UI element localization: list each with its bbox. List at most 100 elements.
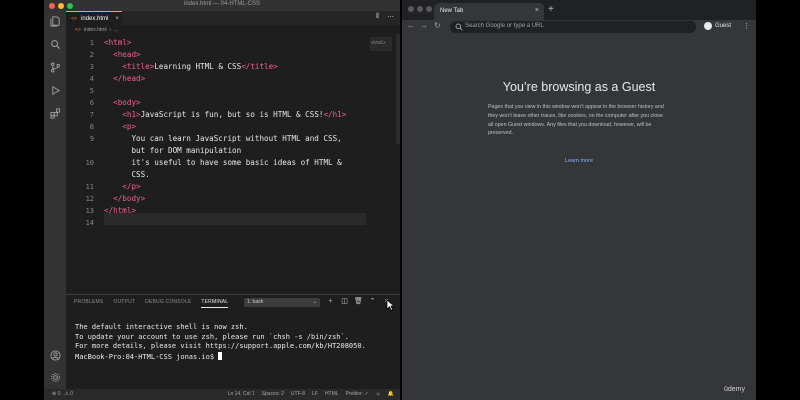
profile-button[interactable]: Guest [704, 22, 731, 30]
terminal-output[interactable]: The default interactive shell is now zsh… [75, 323, 366, 362]
editor-scrollbar[interactable] [396, 34, 400, 144]
account-icon[interactable] [49, 349, 61, 361]
browser-tab[interactable]: New Tab × [434, 3, 544, 20]
new-terminal-icon[interactable]: + [326, 297, 335, 306]
terminal-line: The default interactive shell is now zsh… [75, 323, 248, 331]
menu-icon[interactable]: ⋮ [743, 22, 750, 30]
zoom-window-button[interactable] [426, 6, 432, 12]
tab-terminal[interactable]: TERMINAL [201, 299, 229, 308]
line-content: </html> [104, 206, 137, 215]
line-number: 8 [89, 123, 94, 131]
code-line[interactable]: 10 it's useful to have some basic ideas … [66, 157, 376, 169]
code-line[interactable]: 12 </body> [66, 193, 376, 205]
tab-index-html[interactable]: <> index.html × [66, 11, 122, 25]
line-number: 5 [89, 87, 94, 95]
line-content: but for DOM manipulation [131, 146, 242, 155]
extensions-icon[interactable] [49, 107, 61, 119]
more-actions-icon[interactable]: ⋯ [387, 13, 394, 21]
line-ending[interactable]: LF [312, 391, 318, 397]
code-line[interactable]: 9 You can learn JavaScript without HTML … [66, 133, 376, 145]
new-tab-button[interactable]: + [548, 4, 554, 15]
breadcrumb-file[interactable]: index.html [84, 27, 107, 33]
code-line[interactable]: 2 <head> [66, 49, 376, 61]
forward-icon[interactable]: → [420, 21, 428, 30]
gear-icon[interactable] [49, 371, 61, 383]
code-line[interactable]: 11 </p> [66, 181, 376, 193]
run-debug-icon[interactable] [49, 84, 61, 96]
html-file-icon: <> [75, 26, 81, 33]
line-content: it's useful to have some basic ideas of … [131, 158, 342, 167]
code-line[interactable]: 6 <body> [66, 97, 376, 109]
line-content: <body> [113, 98, 141, 107]
breadcrumb-separator: › [109, 26, 112, 33]
line-content: <title>Learning HTML & CSS</title> [122, 62, 278, 71]
browser-toolbar: ← → ↻ Search Google or type a URL Guest … [402, 20, 756, 34]
line-content: <head> [113, 50, 141, 59]
code-line[interactable]: 8 <p> [66, 121, 376, 133]
split-editor-icon[interactable]: ⫴ [376, 13, 379, 21]
mouse-pointer-icon [386, 299, 395, 311]
trash-icon[interactable]: 🗑 [354, 297, 363, 306]
terminal-cursor [218, 351, 223, 360]
line-content: <html> [104, 38, 132, 47]
reload-icon[interactable]: ↻ [434, 21, 441, 30]
breadcrumb: <> index.html › ... [66, 25, 400, 34]
bell-icon[interactable]: 🔔 [388, 391, 394, 397]
line-content: CSS. [131, 170, 150, 179]
search-icon[interactable] [49, 38, 61, 50]
language-mode[interactable]: HTML [325, 391, 339, 397]
indentation[interactable]: Spaces: 2 [262, 391, 284, 397]
tab-output[interactable]: OUTPUT [113, 299, 135, 308]
code-line[interactable]: 7 <h1>JavaScript is fun, but so is HTML … [66, 109, 376, 121]
status-bar: ⊗ 0 ⚠ 0 Ln 14, Col 1 Spaces: 2 UTF-8 LF … [44, 389, 400, 400]
line-number: 7 [89, 111, 94, 119]
cursor-position[interactable]: Ln 14, Col 1 [228, 391, 255, 397]
learn-more-link[interactable]: Learn more [402, 158, 756, 164]
code-line[interactable]: 4 </head> [66, 73, 376, 85]
close-icon[interactable]: × [115, 16, 119, 22]
close-window-button[interactable] [408, 6, 414, 12]
code-line[interactable]: 3 <title>Learning HTML & CSS</title> [66, 61, 376, 73]
minimize-window-button[interactable] [417, 6, 423, 12]
code-line[interactable]: 13 </html> [66, 205, 376, 217]
code-line[interactable]: but for DOM manipulation [66, 145, 376, 157]
prettier-status[interactable]: Prettier: ✓ [346, 391, 369, 397]
explorer-icon[interactable] [49, 15, 61, 27]
terminal-prompt: MacBook-Pro:04-HTML-CSS jonas.io$ [75, 351, 366, 363]
tab-problems[interactable]: PROBLEMS [74, 299, 103, 308]
tab-label: index.html [81, 15, 109, 22]
line-number: 9 [89, 135, 94, 143]
line-number: 11 [85, 183, 94, 191]
split-terminal-icon[interactable]: ◫ [340, 297, 349, 306]
udemy-watermark: ūdemy [724, 386, 746, 393]
source-control-icon[interactable] [49, 61, 61, 73]
code-line[interactable]: 14 [66, 217, 376, 229]
code-line[interactable]: 1 <html> [66, 37, 376, 49]
maximize-panel-icon[interactable]: ⌃ [368, 297, 377, 306]
line-content: </head> [113, 74, 146, 83]
tab-debug-console[interactable]: DEBUG CONSOLE [145, 299, 191, 308]
code-line[interactable]: 5 [66, 85, 376, 97]
html-file-icon: <> [71, 15, 78, 22]
terminal-select[interactable]: 1: bash ⌄ [244, 298, 320, 307]
minimap[interactable]: <html> [370, 37, 392, 51]
code-editor[interactable]: 1 <html> 2 <head> 3 <title>Learning HTML & … [66, 34, 400, 294]
omnibox[interactable]: Search Google or type a URL [450, 21, 696, 33]
line-content: You can learn JavaScript without HTML an… [131, 134, 342, 143]
line-number: 3 [89, 63, 94, 71]
tab-strip: New Tab × + [402, 0, 756, 20]
line-number: 1 [89, 39, 94, 47]
guest-description: Pages that you view in this window won’t… [488, 104, 664, 137]
breadcrumb-more[interactable]: ... [114, 27, 118, 33]
code-line[interactable]: CSS. [66, 169, 376, 181]
close-icon[interactable]: × [535, 7, 539, 14]
line-number: 14 [85, 219, 94, 227]
status-problems[interactable]: ⊗ 0 ⚠ 0 [52, 391, 73, 397]
feedback-icon[interactable]: ☺ [376, 391, 381, 397]
line-number: 10 [85, 159, 94, 167]
tab-title: New Tab [440, 8, 464, 14]
line-number: 4 [89, 75, 94, 83]
encoding[interactable]: UTF-8 [291, 391, 305, 397]
back-icon[interactable]: ← [407, 21, 415, 30]
chrome-window: New Tab × + ← → ↻ Search Google or type … [402, 0, 756, 400]
